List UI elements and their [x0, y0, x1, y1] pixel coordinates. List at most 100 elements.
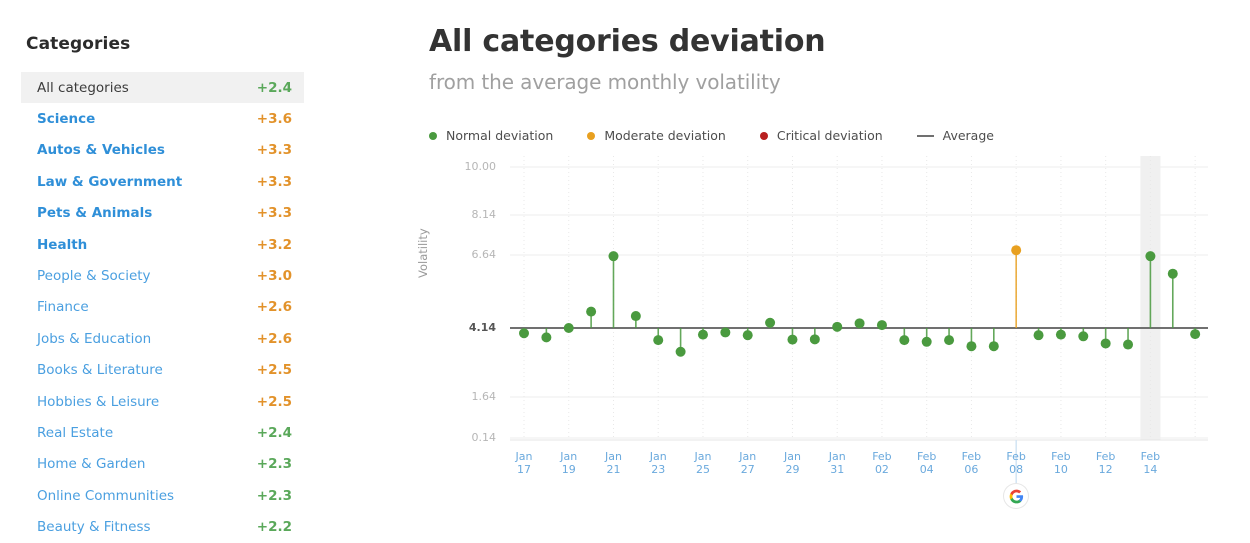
data-point-0[interactable]: [519, 328, 529, 339]
data-point-15[interactable]: [854, 318, 865, 329]
x-tick-day: 27: [740, 463, 755, 476]
x-tick-label: Feb 08: [993, 450, 1039, 476]
category-list: All categories +2.4 Science +3.6 Autos & Veh…: [21, 72, 304, 543]
data-point-22[interactable]: [1011, 245, 1022, 256]
data-point-13[interactable]: [809, 334, 820, 345]
x-tick-day: 23: [651, 463, 666, 476]
x-tick-month: Jan: [560, 450, 578, 463]
data-point-5[interactable]: [630, 311, 641, 322]
x-tick-label: Jan 23: [635, 450, 681, 476]
data-point-14[interactable]: [832, 321, 843, 332]
x-tick-label: Jan 25: [680, 450, 726, 476]
category-label: All categories: [37, 79, 129, 96]
data-point-24[interactable]: [1055, 329, 1066, 340]
category-deviation-value: +2.5: [256, 362, 292, 379]
category-deviation-value: +3.6: [256, 111, 292, 128]
data-point-2[interactable]: [563, 323, 574, 333]
sidebar-item-all-categories[interactable]: All categories +2.4: [21, 72, 304, 104]
category-deviation-value: +3.0: [256, 268, 292, 285]
data-point-23[interactable]: [1033, 330, 1044, 341]
sidebar-item-pets-animals[interactable]: Pets & Animals +3.3: [21, 198, 304, 229]
sidebar-item-law-government[interactable]: Law & Government +3.3: [21, 166, 304, 197]
data-point-27[interactable]: [1123, 339, 1134, 350]
sidebar-item-beauty-fitness[interactable]: Beauty & Fitness +2.2: [21, 511, 304, 542]
data-point-26[interactable]: [1100, 338, 1111, 349]
sidebar-item-hobbies-leisure[interactable]: Hobbies & Leisure +2.5: [21, 386, 304, 417]
x-tick-month: Jan: [739, 450, 757, 463]
data-point-16[interactable]: [876, 320, 887, 331]
category-label: People & Society: [37, 268, 151, 285]
data-point-4[interactable]: [608, 251, 619, 262]
data-point-30[interactable]: [1190, 329, 1201, 340]
category-label: Hobbies & Leisure: [37, 393, 160, 410]
category-label: Beauty & Fitness: [37, 519, 151, 536]
category-label: Autos & Vehicles: [37, 142, 165, 159]
data-point-8[interactable]: [697, 329, 708, 340]
data-point-11[interactable]: [765, 317, 776, 328]
x-tick-month: Feb: [1095, 450, 1116, 463]
volatility-deviation-chart: 0.14 1.64 4.14 6.64 8.14 10.00 Volatility Jan…: [330, 0, 1250, 538]
x-tick-month: Jan: [694, 450, 712, 463]
category-deviation-value: +2.4: [256, 79, 292, 96]
x-tick-day: 25: [695, 463, 710, 476]
x-tick-month: Feb: [1006, 450, 1026, 463]
data-point-17[interactable]: [899, 335, 910, 346]
x-tick-label: Feb 14: [1127, 450, 1173, 476]
sidebar-item-autos-vehicles[interactable]: Autos & Vehicles +3.3: [21, 135, 304, 166]
x-tick-label: Feb 12: [1083, 450, 1129, 476]
data-point-29[interactable]: [1167, 268, 1178, 279]
data-point-3[interactable]: [586, 306, 597, 317]
data-point-21[interactable]: [988, 341, 999, 352]
sidebar-item-home-garden[interactable]: Home & Garden +2.3: [21, 449, 304, 480]
sidebar-item-online-communities[interactable]: Online Communities +2.3: [21, 480, 304, 511]
data-point-19[interactable]: [944, 335, 955, 346]
category-deviation-value: +3.3: [256, 173, 292, 190]
x-tick-label: Feb 04: [904, 450, 950, 476]
y-tick-label: 10.00: [464, 160, 497, 173]
sidebar-item-jobs-education[interactable]: Jobs & Education +2.6: [21, 323, 304, 354]
chart-panel: All categories deviation from the averag…: [330, 0, 1250, 538]
sidebar-item-science[interactable]: Science +3.6: [21, 103, 304, 134]
x-tick-day: 12: [1098, 463, 1113, 476]
y-tick-label: 8.14: [471, 208, 497, 221]
google-logo-icon: [1004, 484, 1029, 508]
sidebar-item-real-estate[interactable]: Real Estate +2.4: [21, 417, 304, 448]
x-tick-label: Jan 19: [546, 450, 592, 476]
data-point-28[interactable]: [1145, 251, 1156, 262]
data-point-9[interactable]: [720, 327, 731, 338]
x-tick-day: 31: [830, 463, 845, 476]
x-tick-month: Feb: [872, 450, 892, 463]
x-tick-label: Jan 21: [590, 450, 636, 476]
x-tick-month: Feb: [961, 450, 982, 463]
y-tick-label: 6.64: [471, 248, 497, 261]
category-label: Home & Garden: [37, 456, 146, 473]
data-point-12[interactable]: [787, 334, 798, 345]
x-tick-day: 08: [1009, 463, 1024, 476]
x-tick-day: 17: [517, 463, 531, 476]
x-tick-label: Jan 31: [814, 450, 860, 476]
sidebar-item-books-literature[interactable]: Books & Literature +2.5: [21, 355, 304, 386]
sidebar-item-health[interactable]: Health +3.2: [21, 229, 304, 260]
data-point-25[interactable]: [1078, 331, 1089, 342]
x-tick-label: Jan 29: [769, 450, 815, 476]
category-label: Science: [37, 111, 96, 128]
x-tick-label: Feb 10: [1038, 450, 1084, 476]
x-tick-label: Jan 27: [725, 450, 771, 476]
x-tick-label: Feb 06: [948, 450, 994, 476]
page-root: Categories All categories +2.4 Science +3.6…: [0, 0, 1250, 538]
x-tick-month: Jan: [649, 450, 667, 463]
x-tick-day: 21: [606, 463, 621, 476]
x-tick-day: 14: [1143, 463, 1158, 476]
data-point-10[interactable]: [742, 330, 753, 341]
data-point-1[interactable]: [541, 332, 552, 343]
data-point-18[interactable]: [921, 336, 932, 347]
category-deviation-value: +2.2: [256, 519, 292, 536]
data-point-6[interactable]: [653, 335, 664, 346]
sidebar-title: Categories: [26, 34, 131, 54]
category-deviation-value: +2.4: [256, 424, 292, 441]
data-point-20[interactable]: [966, 341, 977, 352]
data-point-7[interactable]: [675, 346, 686, 357]
y-tick-label: 4.14: [468, 321, 496, 334]
sidebar-item-finance[interactable]: Finance +2.6: [21, 292, 304, 323]
sidebar-item-people-society[interactable]: People & Society +3.0: [21, 260, 304, 291]
